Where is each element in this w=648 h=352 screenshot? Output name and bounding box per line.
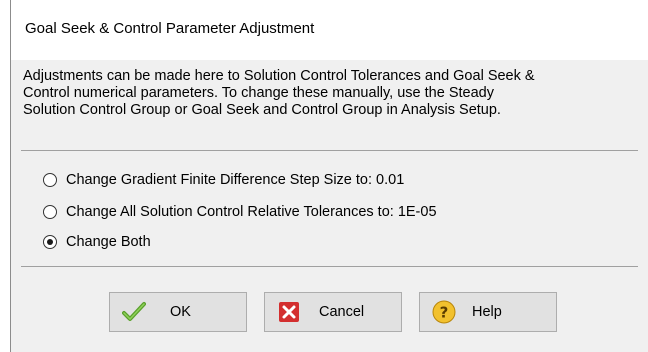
- option-label: Change Gradient Finite Difference Step S…: [66, 172, 405, 188]
- option-label: Change Both: [66, 234, 151, 250]
- help-button-label: Help: [472, 304, 502, 320]
- option-label: Change All Solution Control Relative Tol…: [66, 204, 437, 220]
- description-line: Solution Control Group or Goal Seek and …: [23, 102, 501, 118]
- separator-bottom: [21, 266, 638, 267]
- dialog-window: Goal Seek & Control Parameter Adjustment…: [10, 0, 648, 352]
- help-icon: ?: [432, 300, 456, 324]
- dialog-body: Adjustments can be made here to Solution…: [11, 60, 648, 352]
- checkmark-icon: [122, 300, 146, 324]
- dialog-titlebar: Goal Seek & Control Parameter Adjustment: [11, 0, 648, 60]
- description-line: Control numerical parameters. To change …: [23, 85, 494, 101]
- radio-relative-tolerances[interactable]: [43, 205, 57, 219]
- cancel-button-label: Cancel: [319, 304, 365, 320]
- ok-button[interactable]: OK: [109, 292, 247, 332]
- cancel-button[interactable]: Cancel: [264, 292, 402, 332]
- help-button[interactable]: ? Help: [419, 292, 557, 332]
- radio-change-both[interactable]: [43, 235, 57, 249]
- close-icon: [277, 300, 301, 324]
- svg-text:?: ?: [440, 304, 449, 322]
- option-relative-tolerances[interactable]: Change All Solution Control Relative Tol…: [43, 202, 437, 222]
- ok-button-label: OK: [170, 304, 191, 320]
- dialog-title: Goal Seek & Control Parameter Adjustment: [25, 20, 315, 37]
- option-change-both[interactable]: Change Both: [43, 232, 151, 252]
- radio-gradient-step[interactable]: [43, 173, 57, 187]
- description-line: Adjustments can be made here to Solution…: [23, 68, 535, 84]
- description-text: Adjustments can be made here to Solution…: [23, 68, 633, 119]
- separator-top: [21, 150, 638, 151]
- option-gradient-step[interactable]: Change Gradient Finite Difference Step S…: [43, 170, 404, 190]
